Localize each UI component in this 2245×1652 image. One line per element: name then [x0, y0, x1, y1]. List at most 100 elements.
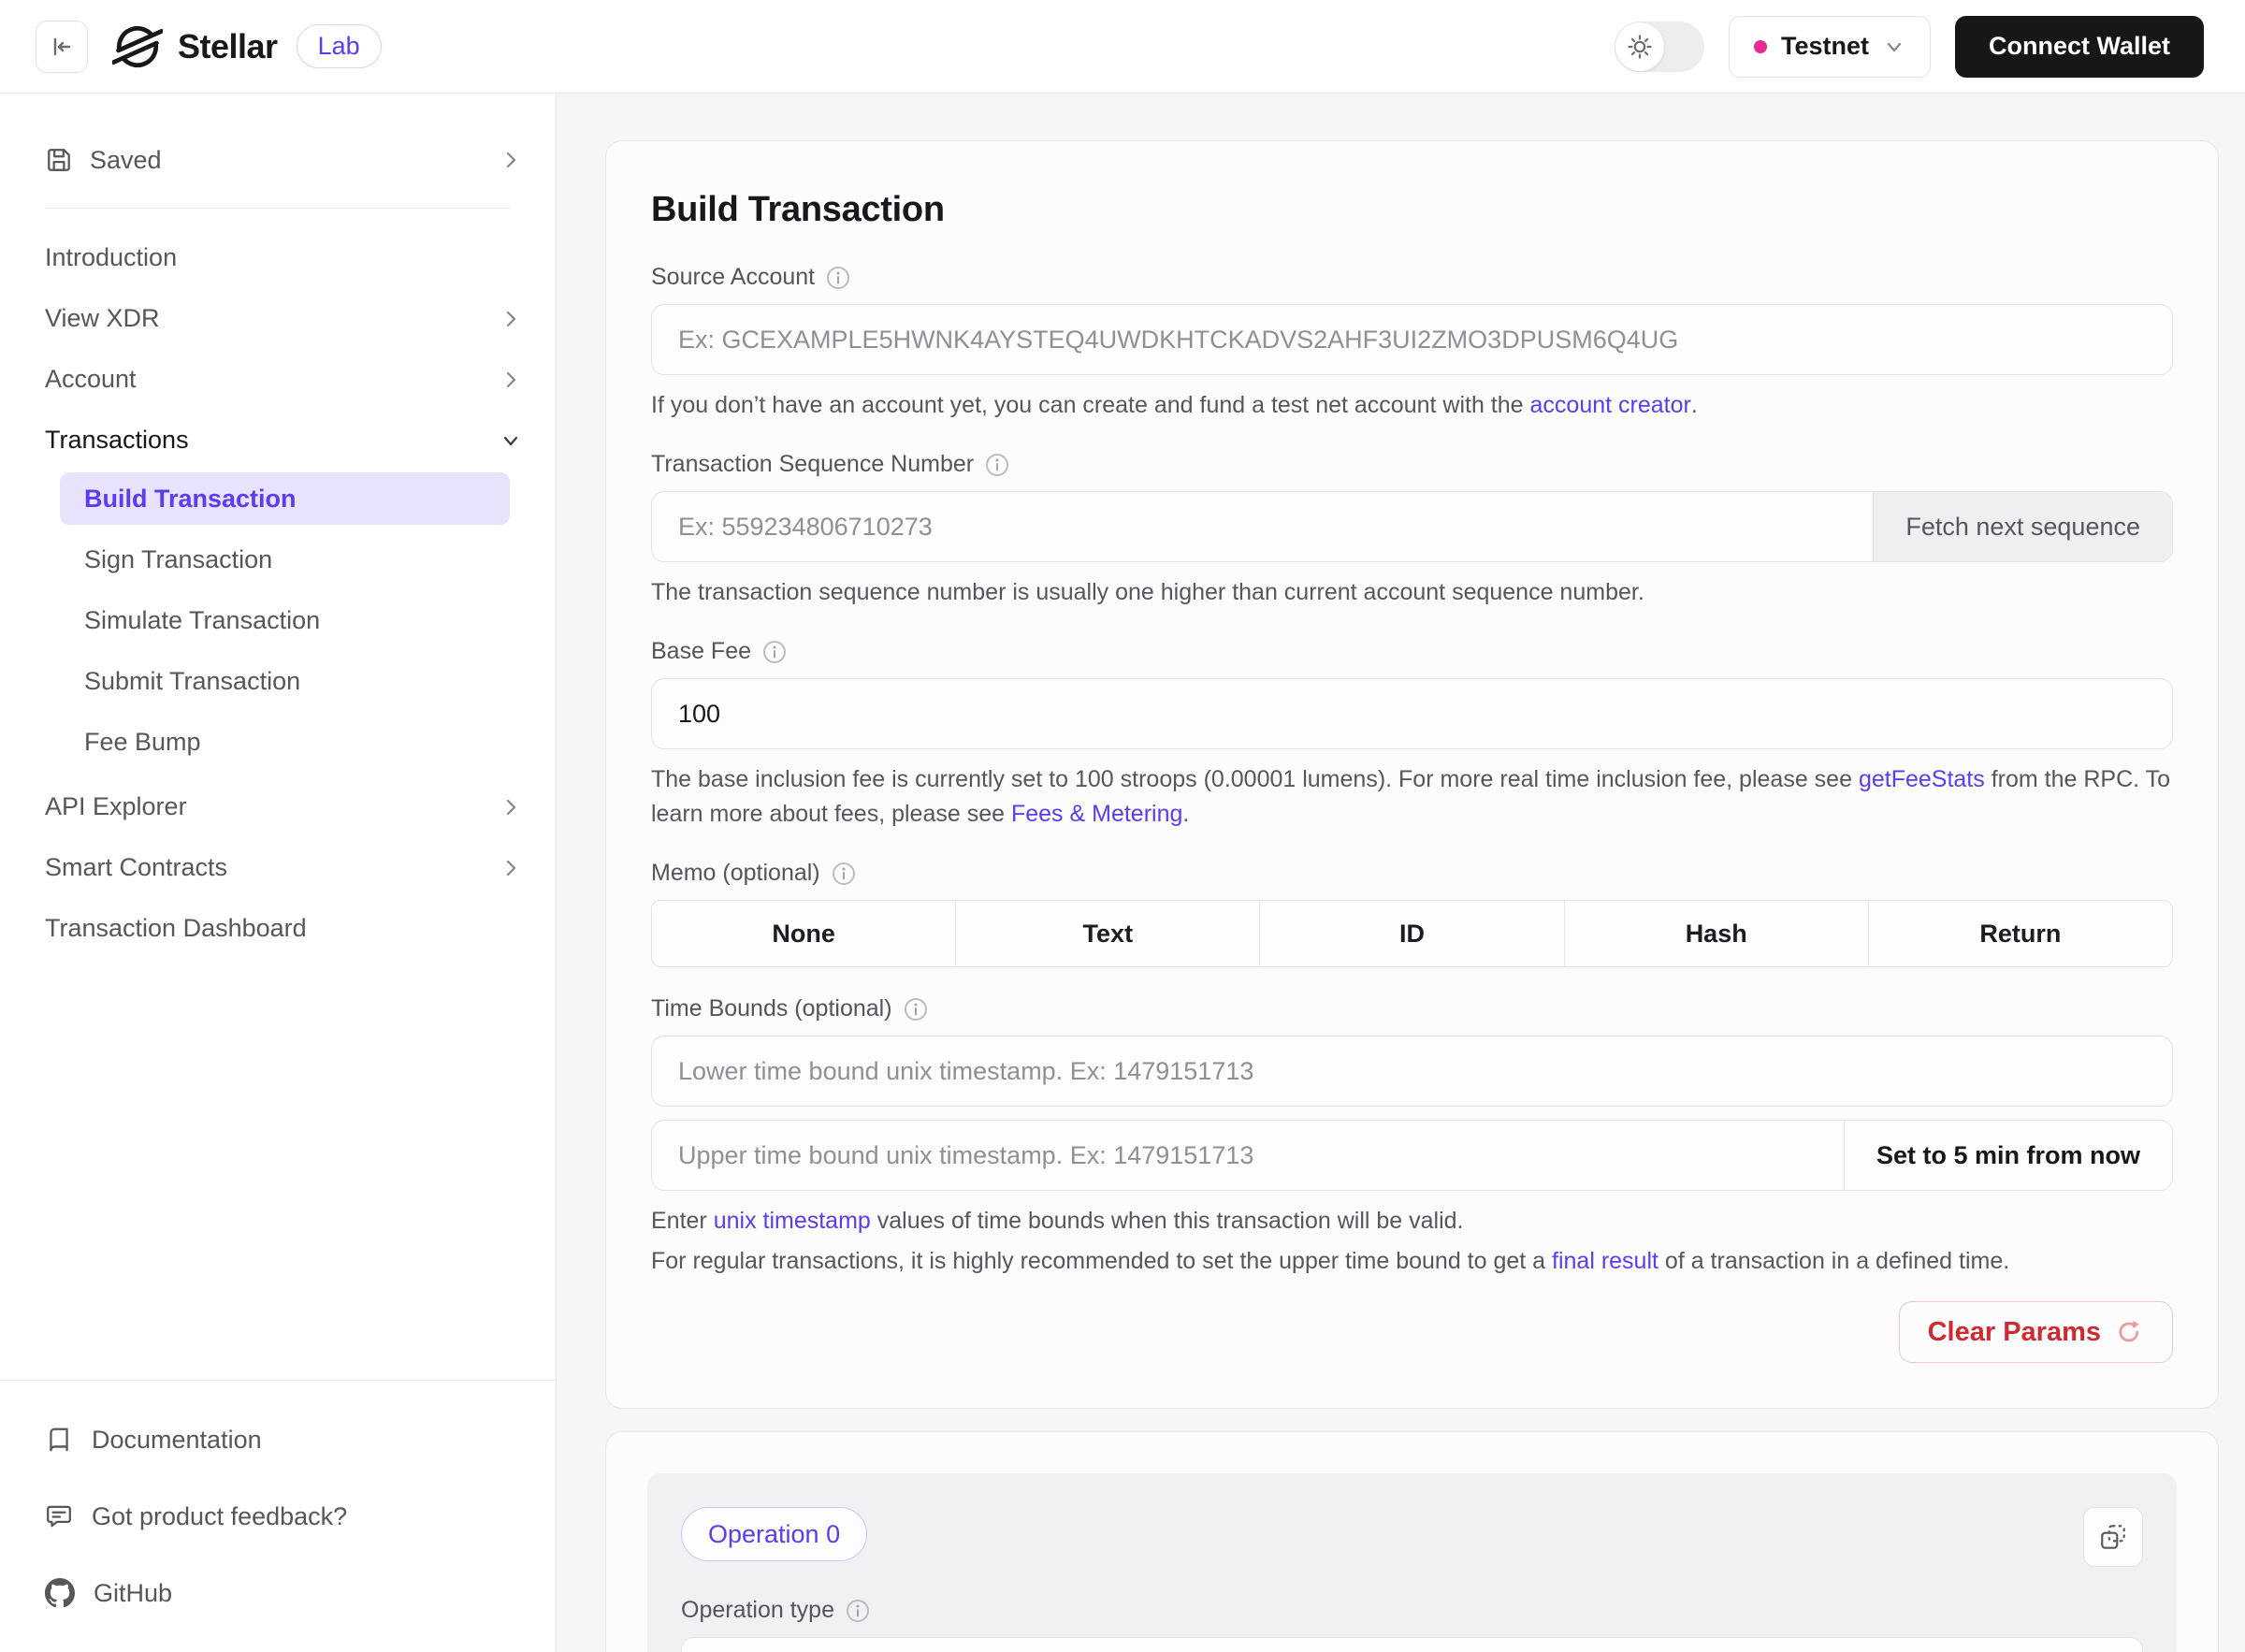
sidebar-item-transaction-dashboard[interactable]: Transaction Dashboard	[45, 898, 533, 959]
helper-text: .	[1182, 801, 1189, 827]
helper-text: values of time bounds when this transact…	[871, 1208, 1464, 1234]
sidebar-item-label: Documentation	[92, 1426, 262, 1455]
connect-wallet-button[interactable]: Connect Wallet	[1955, 16, 2204, 78]
getfeestats-link[interactable]: getFeeStats	[1859, 766, 1985, 792]
upper-time-bound-input[interactable]	[652, 1121, 1844, 1190]
helper-text: If you don’t have an account yet, you ca…	[651, 392, 1530, 418]
sidebar-item-label: Smart Contracts	[45, 853, 227, 882]
chevron-right-icon	[500, 149, 522, 171]
time-bounds-label-row: Time Bounds (optional)	[651, 995, 2173, 1022]
memo-tab-return[interactable]: Return	[1869, 901, 2172, 966]
sidebar-item-documentation[interactable]: Documentation	[45, 1405, 511, 1474]
brand-name: Stellar	[178, 27, 278, 66]
time-bounds-helper-1: Enter unix timestamp values of time boun…	[651, 1204, 2173, 1239]
sidebar-item-introduction[interactable]: Introduction	[45, 227, 533, 288]
source-account-input[interactable]	[651, 304, 2173, 375]
clear-params-label: Clear Params	[1928, 1317, 2101, 1348]
brand[interactable]: Stellar Lab	[112, 22, 382, 72]
chevron-right-icon	[500, 369, 522, 391]
collapse-sidebar-button[interactable]	[36, 21, 88, 73]
sidebar-item-label: Build Transaction	[84, 485, 297, 514]
sidebar-item-saved[interactable]: Saved	[45, 129, 533, 191]
unix-timestamp-link[interactable]: unix timestamp	[714, 1208, 871, 1234]
info-icon[interactable]	[904, 997, 928, 1022]
operations-card: Operation 0 Operation type	[605, 1431, 2219, 1652]
memo-tab-id[interactable]: ID	[1260, 901, 1564, 966]
lab-badge: Lab	[297, 24, 382, 68]
stellar-logo-icon	[112, 22, 163, 72]
sequence-number-input[interactable]	[652, 492, 1873, 561]
theme-toggle[interactable]	[1615, 22, 1704, 72]
sidebar-item-build-transaction[interactable]: Build Transaction	[60, 472, 510, 525]
sidebar-item-label: Simulate Transaction	[84, 606, 320, 635]
info-icon[interactable]	[762, 640, 787, 664]
helper-text: .	[1691, 392, 1698, 418]
sidebar-item-transactions[interactable]: Transactions	[45, 410, 533, 471]
sidebar-item-api-explorer[interactable]: API Explorer	[45, 776, 533, 837]
info-icon[interactable]	[832, 862, 856, 886]
clear-params-row: Clear Params	[651, 1301, 2173, 1363]
copy-icon	[2098, 1522, 2128, 1552]
duplicate-operation-button[interactable]	[2083, 1507, 2143, 1567]
helper-text: The base inclusion fee is currently set …	[651, 766, 1859, 792]
memo-tab-hash[interactable]: Hash	[1565, 901, 1869, 966]
network-selector[interactable]: Testnet	[1729, 16, 1931, 78]
helper-text: For regular transactions, it is highly r…	[651, 1248, 1552, 1274]
sidebar-item-sign-transaction[interactable]: Sign Transaction	[60, 533, 510, 586]
feedback-chat-icon	[45, 1502, 73, 1530]
header-right: Testnet Connect Wallet	[1615, 16, 2204, 78]
sidebar-item-fee-bump[interactable]: Fee Bump	[60, 716, 510, 768]
book-icon	[45, 1426, 73, 1454]
source-account-label-row: Source Account	[651, 264, 2173, 291]
operation-item: Operation 0 Operation type	[647, 1473, 2177, 1652]
page-title: Build Transaction	[651, 190, 2173, 230]
info-icon[interactable]	[826, 266, 850, 290]
stellar-lab-page: Stellar Lab	[0, 0, 2245, 1652]
save-icon	[45, 146, 73, 174]
field-label: Source Account	[651, 264, 815, 291]
sidebar-nav: Saved Introduction View XDR	[0, 129, 556, 1380]
memo-label-row: Memo (optional)	[651, 860, 2173, 887]
sidebar-item-label: Submit Transaction	[84, 667, 300, 696]
memo-tab-none[interactable]: None	[652, 901, 956, 966]
base-fee-helper: The base inclusion fee is currently set …	[651, 762, 2173, 832]
fetch-next-sequence-button[interactable]: Fetch next sequence	[1873, 492, 2172, 561]
sidebar-item-simulate-transaction[interactable]: Simulate Transaction	[60, 594, 510, 646]
sidebar-item-github[interactable]: GitHub	[45, 1558, 511, 1628]
clear-params-button[interactable]: Clear Params	[1899, 1301, 2173, 1363]
info-icon[interactable]	[846, 1599, 870, 1623]
sidebar-item-label: API Explorer	[45, 792, 187, 821]
transaction-params-card: Build Transaction Source Account If you …	[605, 140, 2219, 1409]
sidebar-item-label: Got product feedback?	[92, 1502, 347, 1531]
fees-metering-link[interactable]: Fees & Metering	[1011, 801, 1182, 827]
lower-time-bound-input[interactable]	[651, 1036, 2173, 1107]
sidebar-item-label: Transaction Dashboard	[45, 914, 307, 943]
set-5-min-button[interactable]: Set to 5 min from now	[1844, 1121, 2172, 1190]
sequence-input-group: Fetch next sequence	[651, 491, 2173, 562]
memo-tab-text[interactable]: Text	[956, 901, 1260, 966]
sidebar-footer: Documentation Got product feedback?	[0, 1380, 556, 1652]
field-label: Transaction Sequence Number	[651, 451, 974, 478]
base-fee-input[interactable]	[651, 678, 2173, 749]
operation-badge[interactable]: Operation 0	[681, 1507, 867, 1561]
source-account-field: Source Account If you don’t have an acco…	[651, 264, 2173, 423]
account-creator-link[interactable]: account creator	[1530, 392, 1691, 418]
final-result-link[interactable]: final result	[1552, 1248, 1658, 1274]
field-label: Base Fee	[651, 638, 751, 665]
helper-text: of a transaction in a defined time.	[1658, 1248, 2009, 1274]
operation-type-select[interactable]: Select operation type	[681, 1637, 2143, 1652]
sidebar-item-account[interactable]: Account	[45, 349, 533, 410]
base-fee-field: Base Fee The base inclusion fee is curre…	[651, 638, 2173, 832]
sidebar-item-submit-transaction[interactable]: Submit Transaction	[60, 655, 510, 707]
main-content: Build Transaction Source Account If you …	[557, 94, 2245, 1652]
chevron-right-icon	[500, 308, 522, 330]
sequence-number-field: Transaction Sequence Number Fetch next s…	[651, 451, 2173, 610]
refresh-icon	[2114, 1317, 2144, 1347]
sidebar-item-view-xdr[interactable]: View XDR	[45, 288, 533, 349]
sidebar-item-smart-contracts[interactable]: Smart Contracts	[45, 837, 533, 898]
chevron-down-icon	[500, 429, 522, 452]
info-icon[interactable]	[985, 453, 1009, 477]
theme-toggle-knob	[1615, 22, 1664, 71]
sidebar-item-feedback[interactable]: Got product feedback?	[45, 1482, 511, 1551]
github-icon	[45, 1578, 75, 1608]
